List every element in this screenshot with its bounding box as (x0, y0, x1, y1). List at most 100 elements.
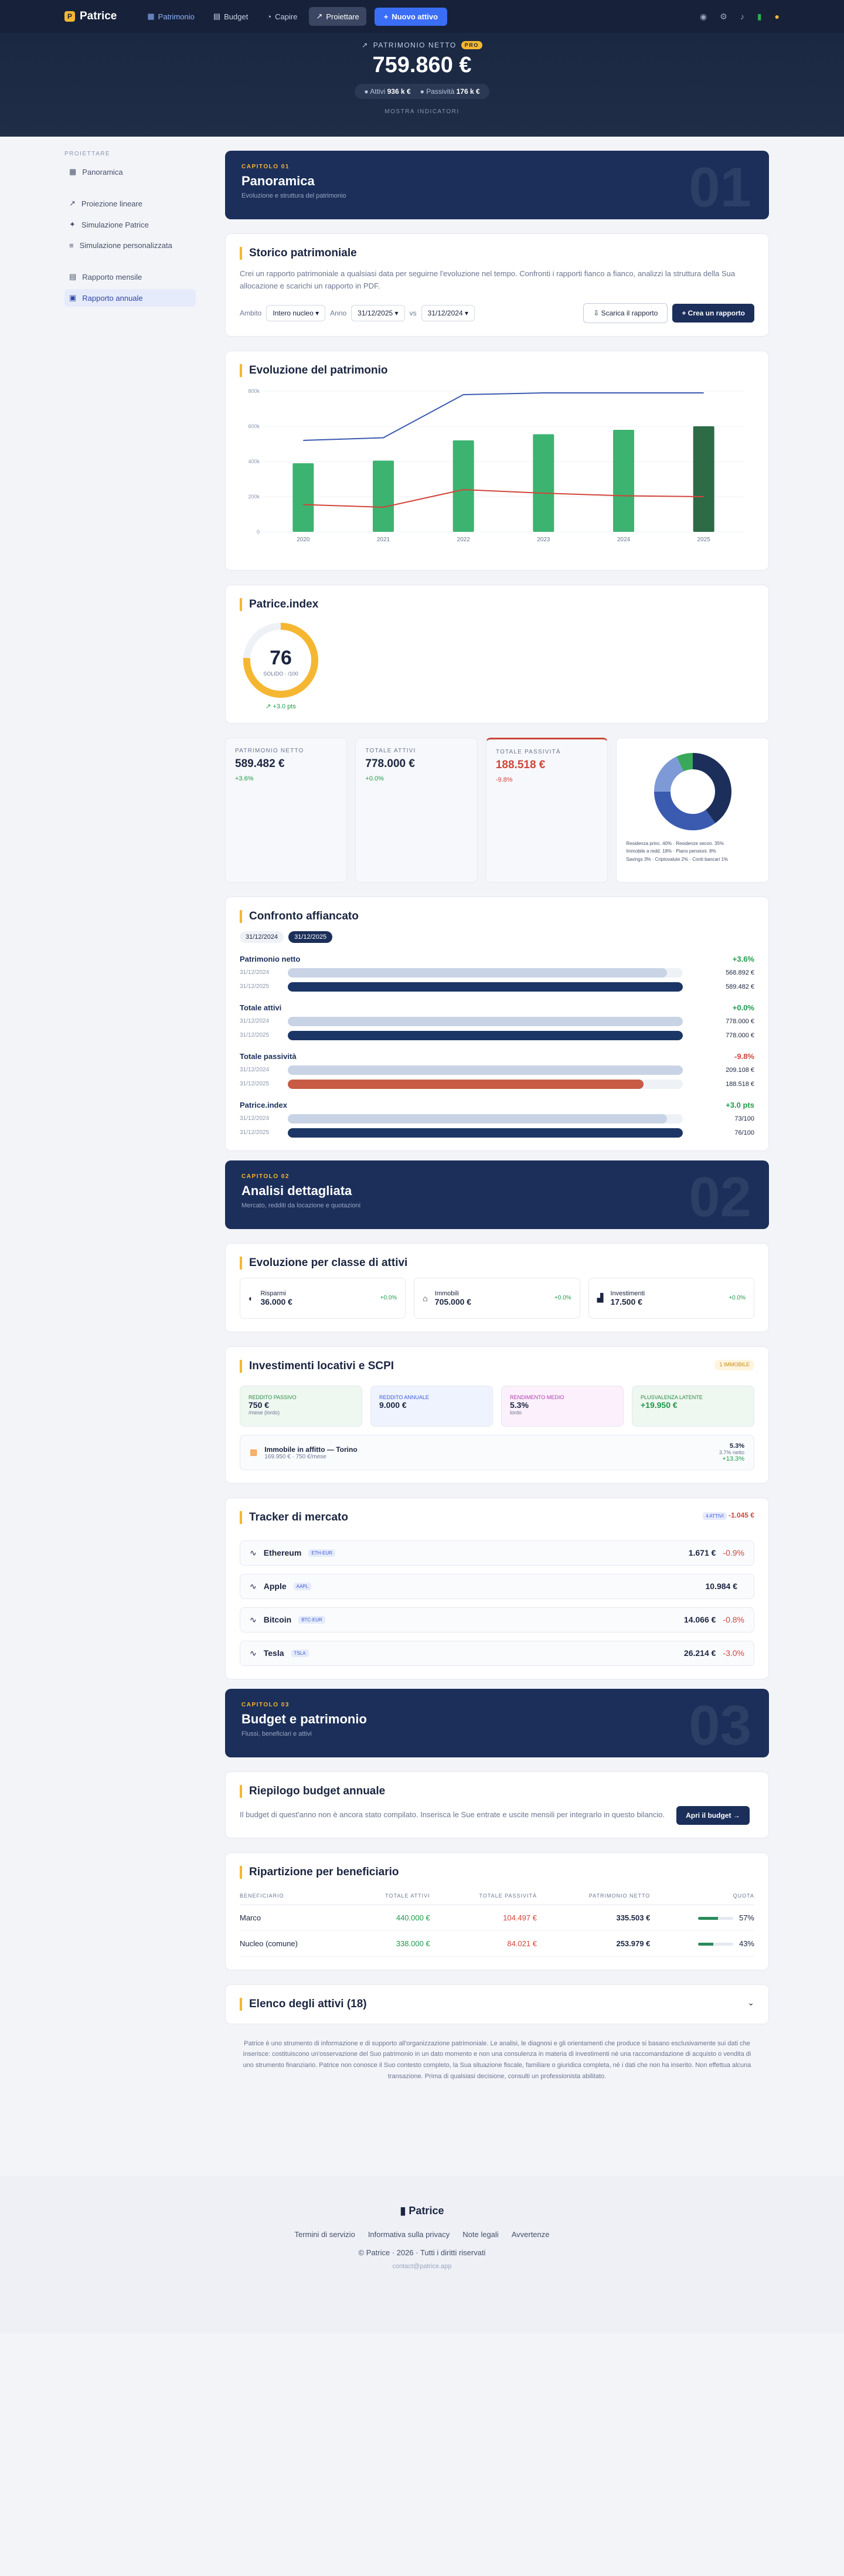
compare-bar-track (288, 1128, 683, 1138)
eye-icon[interactable]: ◉ (700, 12, 707, 22)
footer-link[interactable]: Termini di servizio (295, 2230, 355, 2239)
nav-budget[interactable]: ▤ Budget (206, 7, 256, 26)
nav-patrimonio[interactable]: ▦ Patrimonio (140, 7, 201, 26)
sidebar-item-sim-patrice[interactable]: ✦ Simulazione Patrice (64, 216, 196, 233)
stat-label: TOTALE PASSIVITÀ (495, 748, 561, 755)
class-savings[interactable]: ◐ Risparmi 36.000 € +0.0% (240, 1277, 406, 1319)
compare-bar-track (288, 1030, 683, 1040)
footer-link[interactable]: Informativa sulla privacy (368, 2230, 450, 2239)
compare-date-old[interactable]: 31/12/2024 (240, 931, 284, 943)
market-row[interactable]: ∿ Bitcoin BTC-EUR 14.066 € -0.8% (240, 1607, 754, 1633)
market-row[interactable]: ∿ Tesla TSLA 26.214 € -3.0% (240, 1640, 754, 1666)
chevron-down-icon: ⌄ (747, 1997, 754, 2007)
allocation-donut-card: Residenza princ. 40% · Residenze secon. … (616, 737, 770, 883)
x-tick-label: 2024 (617, 537, 631, 543)
series-line (303, 392, 704, 441)
assets-list-card[interactable]: Elenco degli attivi (18) ⌄ (225, 1984, 769, 2024)
footer-brand-name: Patrice (409, 2205, 444, 2217)
compare-bar-row: 31/12/2025 589.482 € (240, 982, 754, 992)
y-tick-label: 200k (248, 494, 260, 500)
benef-share: 43% (650, 1930, 754, 1957)
chapter-number: 03 (689, 1693, 751, 1757)
language-flag-icon[interactable]: ▮ (757, 12, 762, 22)
chapter-title: Analisi dettagliata (241, 1183, 352, 1198)
stat-value: 778.000 € (365, 757, 415, 770)
liab-value: 176 k € (456, 87, 480, 96)
y-tick-label: 0 (257, 529, 260, 535)
class-value: 36.000 € (260, 1297, 292, 1306)
bar (613, 429, 634, 532)
vs-label: vs (409, 308, 417, 317)
pulse-icon: ∿ (250, 1547, 257, 1557)
col-header: PATRIMONIO NETTO (536, 1886, 651, 1905)
market-delta: -3.0% (723, 1648, 744, 1658)
card-title: Investimenti locativi e SCPI (240, 1359, 394, 1373)
rental-card: Investimenti locativi e SCPI 1 IMMOBILE R… (225, 1346, 769, 1484)
new-asset-button[interactable]: + Nuovo attivo (374, 7, 448, 26)
compare-date: 31/12/2024 (240, 1115, 270, 1122)
stat-card-assets: TOTALE ATTIVI 778.000 € +0.0% (355, 737, 478, 883)
compare-group-header: Totale passività -9.8% (240, 1052, 754, 1061)
settings-icon[interactable]: ⚙ (720, 12, 727, 22)
chapter-kicker: CAPITOLO 01 (241, 164, 290, 170)
date1-select[interactable]: 31/12/2025 ▾ (351, 304, 405, 321)
sidebar-item-label: Simulazione personalizzata (79, 241, 172, 250)
sidebar-item-annual[interactable]: ▣ Rapporto annuale (64, 289, 196, 307)
property-gain: +13.3% (722, 1455, 744, 1462)
open-budget-button[interactable]: Apri il budget → (676, 1805, 750, 1825)
benef-assets: 338.000 € (347, 1930, 430, 1957)
share-bar (697, 1916, 733, 1920)
brand-logo[interactable]: P Patrice (64, 10, 117, 23)
property-row[interactable]: ▩ Immobile in affitto — Torino 169.950 € ·… (240, 1434, 754, 1470)
assets-chip: ● Attivi 936 k € (364, 87, 411, 96)
show-indicators-link[interactable]: MOSTRA INDICATORI (0, 108, 844, 115)
chapter-banner-2: CAPITOLO 02 Analisi dettagliata Mercato,… (225, 1160, 769, 1229)
house-icon: ⌂ (423, 1293, 428, 1303)
index-delta: ↗ +3.0 pts (266, 702, 296, 710)
index-card: Patrice.index 76 SOLIDO · /100 ↗ +3.0 pt… (225, 584, 769, 724)
nav-proiettare[interactable]: ↗ Proiettare (309, 7, 366, 26)
date2-select[interactable]: 31/12/2024 ▾ (421, 304, 475, 321)
chapter-subtitle: Flussi, beneficiari e attivi (241, 1730, 312, 1737)
footer-link[interactable]: Avvertenze (512, 2230, 550, 2239)
sidebar-item-label: Rapporto mensile (82, 272, 142, 281)
compare-group-header: Totale attivi +0.0% (240, 1003, 754, 1012)
sidebar-item-proiezione[interactable]: ↗ Proiezione lineare (64, 195, 196, 212)
legend-item: Immobile a redd. 18% (626, 849, 672, 854)
avatar[interactable]: ● (775, 12, 780, 21)
logo-icon: P (64, 11, 75, 22)
trend-icon: ↗ (362, 41, 369, 49)
x-tick-label: 2022 (457, 537, 471, 543)
footer-email[interactable]: contact@patrice.app (0, 2263, 844, 2270)
footer-link[interactable]: Note legali (462, 2230, 498, 2239)
scope-select[interactable]: Intero nucleo ▾ (266, 304, 326, 321)
kpi-value: 750 € (249, 1400, 270, 1410)
stat-delta: -9.8% (495, 776, 513, 783)
download-report-button[interactable]: ⇩ Scarica il rapporto (583, 303, 668, 323)
nav-capire[interactable]: ◔ Capire (260, 8, 304, 26)
sidebar-item-sim-custom[interactable]: ≡ Simulazione personalizzata (64, 237, 196, 254)
chapter-subtitle: Evoluzione e struttura del patrimonio (241, 192, 346, 199)
sidebar-item-panoramica[interactable]: ▦ Panoramica (64, 163, 196, 181)
chapter-number: 01 (689, 156, 751, 219)
class-investments[interactable]: ▟ Investimenti 17.500 € +0.0% (588, 1277, 754, 1319)
share-bar (697, 1942, 733, 1946)
kpi-yield: RENDIMENTO MEDIO 5.3% lordo (501, 1385, 624, 1427)
market-ticker: TSLA (291, 1649, 309, 1657)
market-row[interactable]: ∿ Apple AAPL 10.984 € (240, 1573, 754, 1599)
legend-item: Residenza princ. 40% (626, 840, 672, 846)
compare-bar-row: 31/12/2024 568.892 € (240, 968, 754, 978)
compare-value: 209.108 € (726, 1066, 754, 1074)
scope-label: Ambito (240, 308, 262, 317)
compare-date-new[interactable]: 31/12/2025 (288, 931, 333, 943)
class-realestate[interactable]: ⌂ Immobili 705.000 € +0.0% (414, 1277, 580, 1319)
sidebar-item-monthly[interactable]: ▤ Rapporto mensile (64, 268, 196, 286)
kpi-passive: REDDITO PASSIVO 750 €/mese (lordo) (240, 1385, 362, 1427)
bell-icon[interactable]: ♪ (740, 12, 744, 21)
kpi-label: REDDITO ANNUALE (379, 1394, 429, 1400)
create-report-button[interactable]: + Crea un rapporto (672, 303, 754, 323)
class-name: Investimenti (610, 1289, 645, 1297)
kpi-gain: PLUSVALENZA LATENTE +19.950 € (632, 1385, 754, 1427)
compare-group-header: Patrice.index +3.0 pts (240, 1101, 754, 1109)
market-row[interactable]: ∿ Ethereum ETH-EUR 1.671 € -0.9% (240, 1540, 754, 1566)
